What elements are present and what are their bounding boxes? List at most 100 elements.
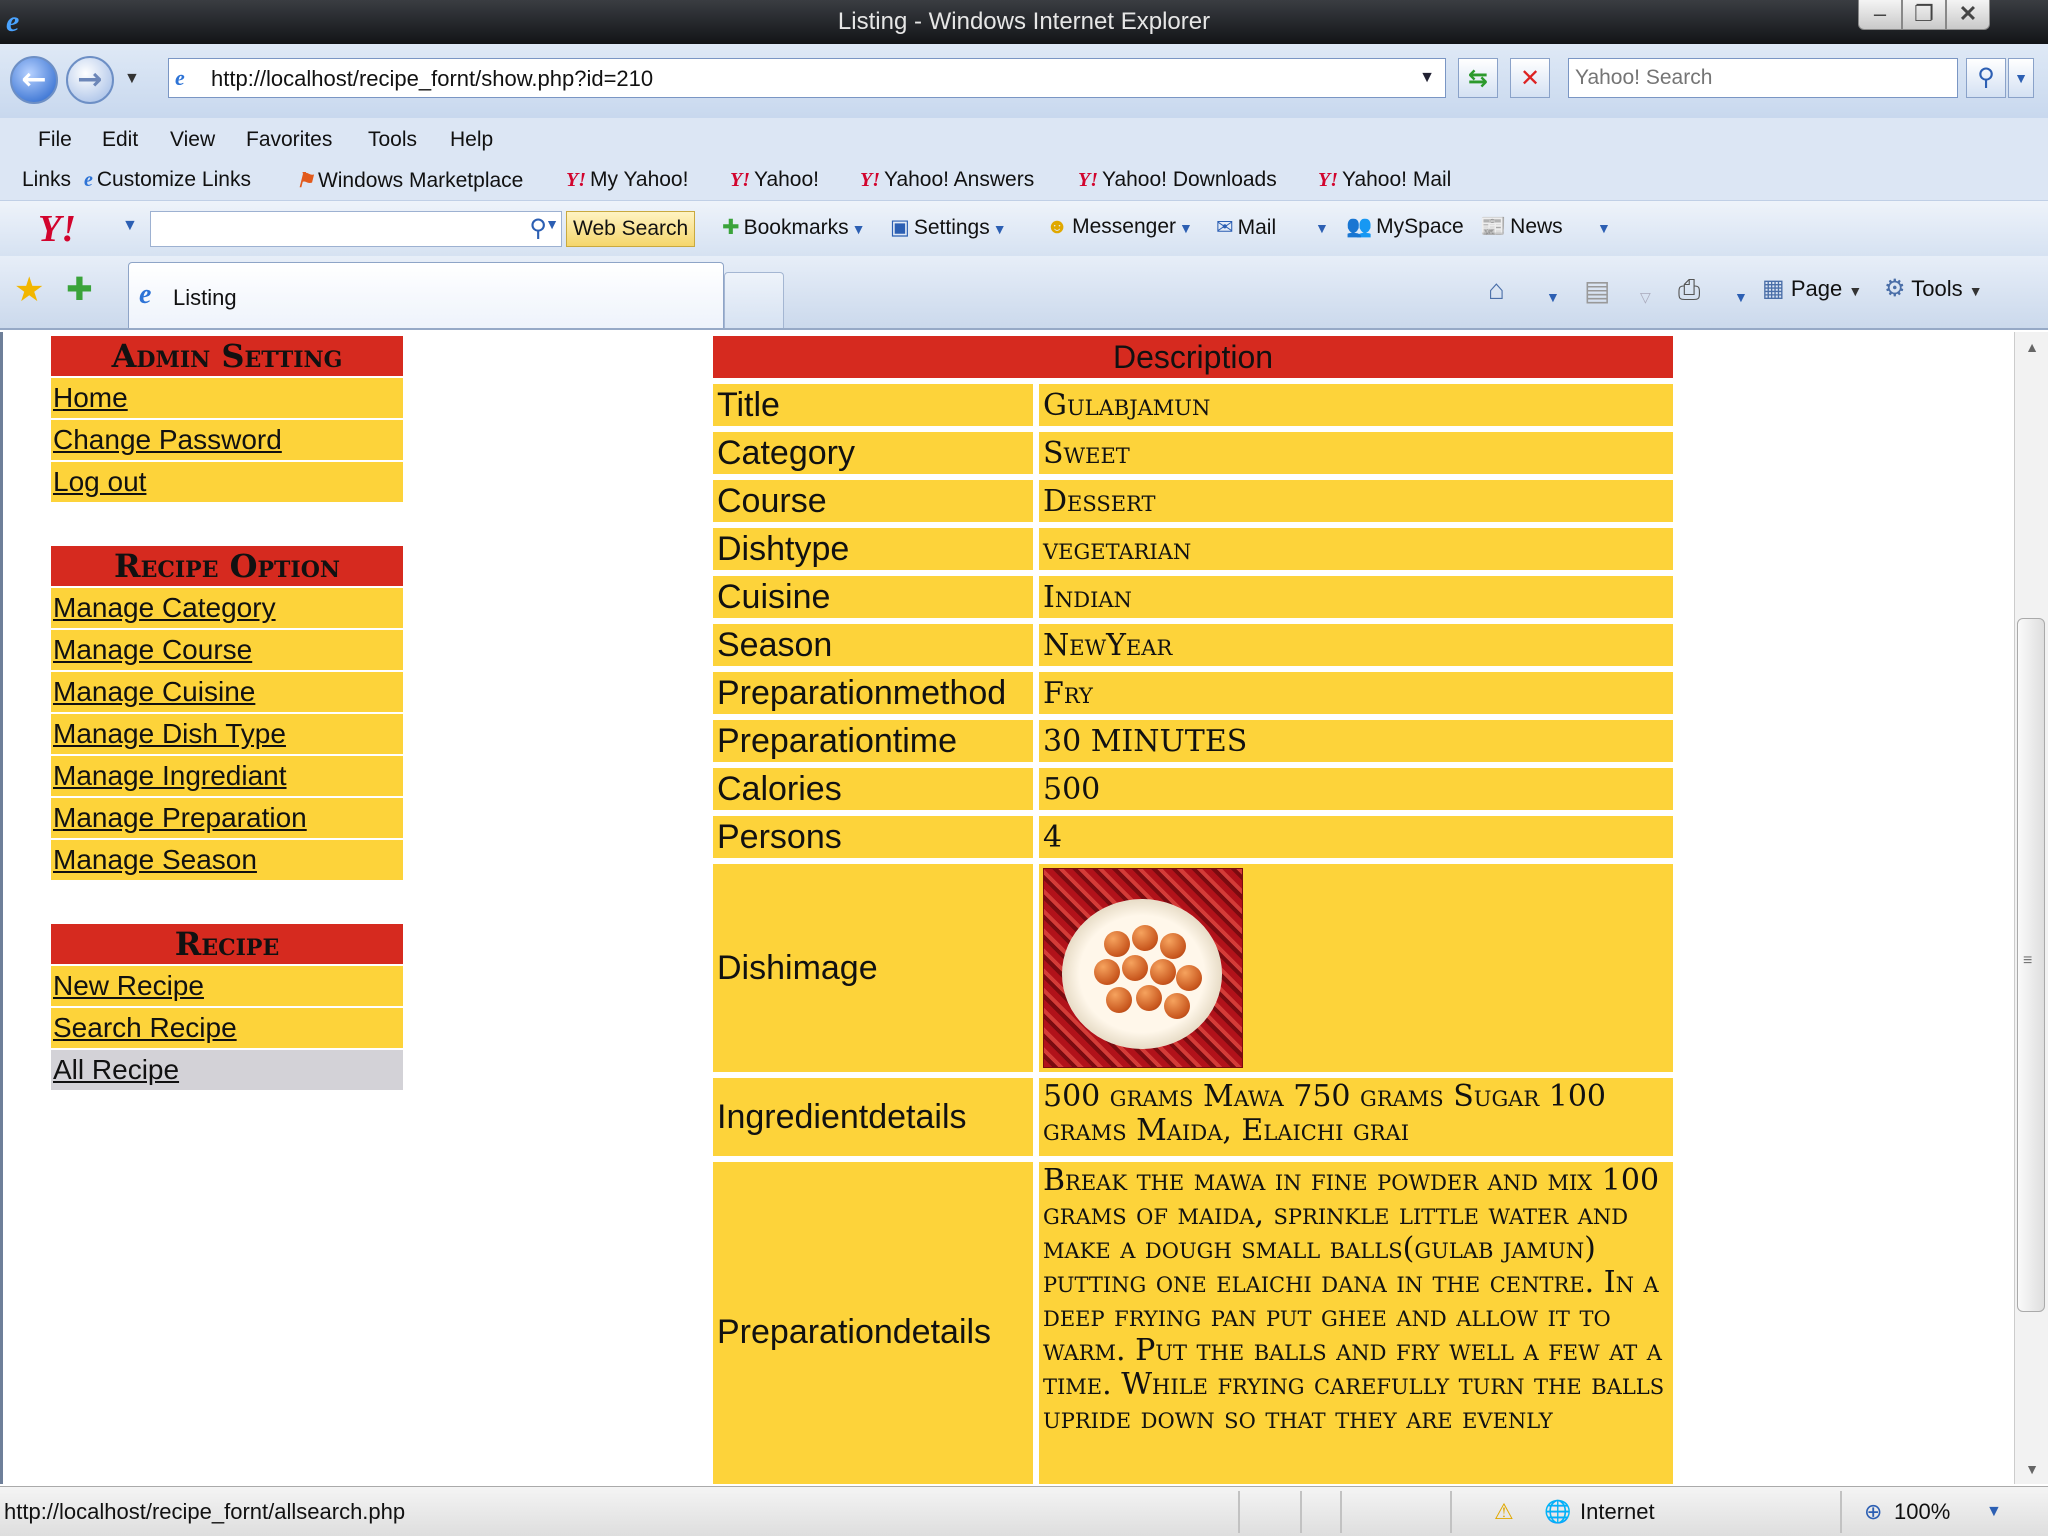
vertical-scrollbar[interactable]: ▲ ≡ ▼ — [2014, 332, 2048, 1484]
yahoo-icon: Y! — [1078, 169, 1098, 191]
sidebar-link-log-out[interactable]: Log out — [51, 462, 403, 502]
add-favorite-icon[interactable]: ✚ — [66, 270, 93, 308]
zoom-icon[interactable]: ⊕ — [1864, 1499, 1882, 1525]
menu-tools[interactable]: Tools — [368, 128, 417, 152]
yahoo-search-input[interactable]: ⚲ ▼ — [150, 211, 562, 247]
refresh-button[interactable]: ⇆ — [1458, 58, 1498, 98]
feeds-icon[interactable]: ▤ — [1584, 274, 1610, 307]
sidebar-link-all-recipe[interactable]: All Recipe — [51, 1050, 403, 1090]
description-heading: Description — [713, 336, 1673, 378]
search-input[interactable] — [1569, 59, 1957, 97]
recent-pages-dropdown-icon[interactable]: ▼ — [124, 70, 140, 88]
sidebar-link-manage-ingrediant[interactable]: Manage Ingrediant — [51, 756, 403, 796]
dishimage-cell — [1039, 864, 1673, 1072]
scroll-down-icon[interactable]: ▼ — [2015, 1454, 2048, 1484]
mail-button[interactable]: ✉ Mail — [1216, 215, 1276, 240]
myspace-button[interactable]: 👥 MySpace — [1346, 215, 1464, 239]
sidebar-link-search-recipe[interactable]: Search Recipe — [51, 1008, 403, 1048]
menu-file[interactable]: File — [38, 128, 72, 152]
settings-label: Settings — [913, 216, 990, 239]
menu-view[interactable]: View — [170, 128, 215, 152]
more-toolbar-dropdown-icon[interactable]: ▼ — [1594, 215, 1611, 239]
sidebar-link-home[interactable]: Home — [51, 378, 403, 418]
tab-label: Listing — [173, 285, 237, 310]
status-bar: http://localhost/recipe_fornt/allsearch.… — [0, 1486, 2048, 1536]
search-box[interactable] — [1568, 58, 1958, 98]
ie-page-icon: e — [139, 279, 152, 310]
status-text: http://localhost/recipe_fornt/allsearch.… — [4, 1499, 406, 1524]
sidebar-link-manage-category[interactable]: Manage Category — [51, 588, 403, 628]
news-button[interactable]: 📰 News — [1480, 215, 1563, 239]
sidebar-link-manage-cuisine[interactable]: Manage Cuisine — [51, 672, 403, 712]
mail-dropdown-icon[interactable]: ▼ — [1312, 215, 1329, 239]
address-toolbar: ← → ▼ e http://localhost/recipe_fornt/sh… — [0, 44, 2048, 118]
link-windows-marketplace[interactable]: ⚑ Windows Marketplace — [296, 168, 523, 193]
web-search-button[interactable]: Web Search — [566, 211, 696, 247]
globe-icon: 🌐 — [1544, 1499, 1572, 1524]
security-zone[interactable]: Internet — [1580, 1499, 1655, 1525]
zoom-dropdown-icon[interactable]: ▼ — [1986, 1503, 2002, 1521]
menu-favorites[interactable]: Favorites — [246, 128, 332, 152]
link-yahoo-answers[interactable]: Y! Yahoo! Answers — [860, 168, 1034, 192]
print-dropdown-icon[interactable]: ▼ — [1734, 282, 1748, 308]
gulabjamun-ball — [1136, 985, 1162, 1011]
maximize-button[interactable]: ❐ — [1902, 0, 1946, 30]
sidebar-link-manage-season[interactable]: Manage Season — [51, 840, 403, 880]
address-dropdown-icon[interactable]: ▼ — [1419, 69, 1435, 87]
page-menu-button[interactable]: ▦ Page ▼ — [1762, 274, 1862, 303]
chevron-down-icon: ▼ — [1179, 220, 1193, 236]
mail-label: Mail — [1237, 216, 1277, 239]
print-icon[interactable]: ⎙ — [1678, 274, 1700, 307]
search-options-dropdown-icon[interactable]: ▼ — [2008, 58, 2034, 98]
stop-button[interactable]: ✕ — [1510, 58, 1550, 98]
home-dropdown-icon[interactable]: ▼ — [1546, 282, 1560, 308]
link-yahoo-downloads[interactable]: Y! Yahoo! Downloads — [1078, 168, 1277, 192]
feeds-dropdown-icon[interactable]: ▽ — [1640, 282, 1651, 308]
scroll-up-icon[interactable]: ▲ — [2015, 332, 2048, 362]
bookmarks-button[interactable]: ✚ Bookmarks ▼ — [722, 215, 866, 240]
yahoo-search-dropdown-icon[interactable]: ▼ — [545, 216, 559, 232]
protected-mode-icon[interactable]: ⚠ — [1494, 1499, 1514, 1525]
gulabjamun-ball — [1132, 925, 1158, 951]
preparationtime-value: 30 MINUTES — [1039, 720, 1673, 762]
persons-value: 4 — [1039, 816, 1673, 858]
link-my-yahoo[interactable]: Y! My Yahoo! — [566, 168, 688, 192]
close-button[interactable]: ✕ — [1946, 0, 1990, 30]
yahoo-icon: Y! — [860, 169, 880, 191]
favorites-star-icon[interactable]: ★ — [14, 270, 44, 310]
address-url[interactable]: http://localhost/recipe_fornt/show.php?i… — [211, 66, 653, 92]
new-tab-button[interactable] — [724, 272, 784, 328]
chevron-down-icon: ▼ — [992, 221, 1007, 237]
menu-help[interactable]: Help — [450, 128, 493, 152]
page-content: Admin Setting Home Change Password Log o… — [0, 332, 2014, 1484]
search-icon[interactable]: ⚲ — [1966, 58, 2006, 98]
menu-edit[interactable]: Edit — [102, 128, 138, 152]
yahoo-toolbar: Y! ▼ ⚲ ▼ Web Search ✚ Bookmarks ▼ ▣ Setting… — [0, 200, 2048, 256]
forward-button[interactable]: → — [66, 56, 114, 104]
yahoo-logo-icon[interactable]: Y! — [38, 207, 76, 251]
sidebar-link-change-password[interactable]: Change Password — [51, 420, 403, 460]
link-label: Yahoo! Downloads — [1102, 168, 1277, 191]
sidebar-link-new-recipe[interactable]: New Recipe — [51, 966, 403, 1006]
minimize-button[interactable]: – — [1858, 0, 1902, 30]
tools-menu-button[interactable]: ⚙ Tools ▼ — [1884, 274, 1983, 303]
address-bar[interactable]: e http://localhost/recipe_fornt/show.php… — [168, 58, 1446, 98]
settings-button[interactable]: ▣ Settings ▼ — [890, 215, 1007, 240]
link-yahoo-mail[interactable]: Y! Yahoo! Mail — [1318, 168, 1451, 192]
sidebar-link-manage-course[interactable]: Manage Course — [51, 630, 403, 670]
yahoo-menu-dropdown-icon[interactable]: ▼ — [122, 217, 138, 235]
links-bar: Links e Customize Links ⚑ Windows Marketpl… — [0, 164, 2048, 200]
preparationdetails-value: Break the mawa in fine powder and mix 10… — [1039, 1162, 1673, 1484]
sidebar-link-manage-preparation[interactable]: Manage Preparation — [51, 798, 403, 838]
cuisine-label: Cuisine — [713, 576, 1033, 618]
sidebar-link-manage-dish-type[interactable]: Manage Dish Type — [51, 714, 403, 754]
link-yahoo[interactable]: Y! Yahoo! — [730, 168, 819, 192]
tab-listing[interactable]: e Listing — [128, 262, 724, 328]
category-label: Category — [713, 432, 1033, 474]
page-menu-label: Page — [1790, 276, 1843, 301]
link-customize-links[interactable]: e Customize Links — [84, 168, 251, 192]
back-button[interactable]: ← — [10, 56, 58, 104]
home-icon[interactable]: ⌂ — [1488, 274, 1505, 306]
messenger-button[interactable]: ☻ Messenger ▼ — [1046, 215, 1193, 239]
zoom-level[interactable]: 100% — [1894, 1499, 1950, 1525]
